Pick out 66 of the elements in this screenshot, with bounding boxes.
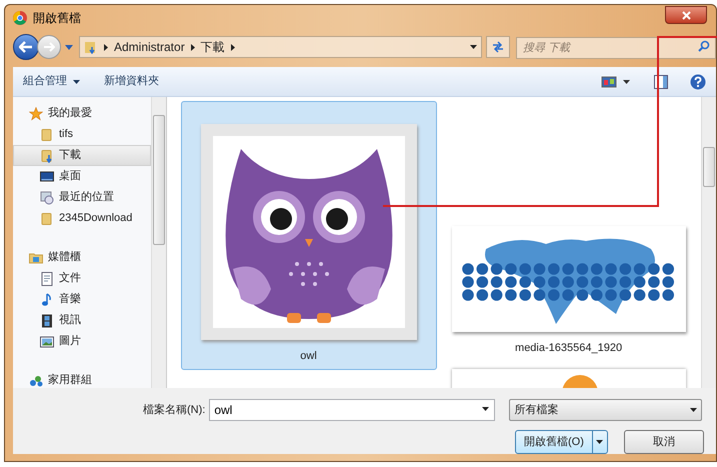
scrollbar-thumb[interactable] xyxy=(703,147,715,187)
dropdown-caret-icon[interactable] xyxy=(623,80,630,84)
chevron-right-icon[interactable] xyxy=(230,44,235,50)
desktop-icon xyxy=(40,170,54,184)
scrollbar[interactable] xyxy=(150,97,166,388)
sidebar-item[interactable]: tifs xyxy=(13,124,151,145)
dropdown-caret-icon xyxy=(690,408,698,412)
refresh-icon xyxy=(491,41,505,53)
dropdown-caret-icon xyxy=(73,80,80,84)
window-title: 開啟舊檔 xyxy=(33,10,81,27)
star-icon xyxy=(29,106,43,120)
sidebar-item[interactable]: 音樂 xyxy=(13,289,151,310)
back-button[interactable] xyxy=(13,34,39,60)
arrow-left-icon xyxy=(19,41,33,53)
sidebar-item[interactable]: 2345Download xyxy=(13,208,151,229)
chevron-right-icon[interactable] xyxy=(104,44,108,50)
scrollbar-thumb[interactable] xyxy=(152,114,165,244)
chevron-right-icon[interactable] xyxy=(190,44,195,50)
sidebar-group-header[interactable]: 家用群組 xyxy=(48,372,92,388)
sidebar-item[interactable]: 下載 xyxy=(13,145,151,166)
cancel-button[interactable]: 取消 xyxy=(624,430,704,454)
dropdown-caret-icon[interactable] xyxy=(470,45,477,49)
browser-logo-icon xyxy=(13,11,27,25)
sidebar-group-header[interactable]: 媒體櫃 xyxy=(48,249,81,266)
view-options-icon[interactable] xyxy=(601,74,617,88)
sidebar-group-header[interactable]: 我的最愛 xyxy=(48,105,92,122)
toolbar-button[interactable]: 新增資料夾 xyxy=(104,73,159,90)
document-icon xyxy=(40,272,54,286)
close-button[interactable] xyxy=(665,6,707,24)
refresh-button[interactable] xyxy=(486,36,510,58)
file-thumbnail[interactable] xyxy=(200,124,417,340)
address-bar[interactable]: Administrator 下載 xyxy=(79,36,482,58)
music-icon xyxy=(40,292,54,306)
file-name[interactable]: owl xyxy=(300,348,317,364)
download-icon xyxy=(40,148,54,162)
video-icon xyxy=(40,314,54,328)
file-name[interactable]: media-1635564_1920 xyxy=(515,340,622,356)
search-icon xyxy=(698,40,710,52)
help-icon[interactable] xyxy=(690,74,706,90)
library-icon xyxy=(29,250,43,264)
file-tile[interactable]: media-1635564_1920 xyxy=(450,225,687,370)
sidebar-item[interactable]: 桌面 xyxy=(13,166,151,187)
recent-icon xyxy=(40,190,54,204)
dropdown-caret-icon[interactable] xyxy=(482,407,490,411)
file-type-dropdown[interactable]: 所有檔案 xyxy=(509,399,702,421)
picture-icon xyxy=(40,334,54,348)
arrow-right-icon xyxy=(43,42,55,52)
folder-icon xyxy=(40,212,54,226)
sidebar-item[interactable]: 圖片 xyxy=(13,331,151,352)
sidebar-item[interactable]: 視訊 xyxy=(13,310,151,331)
filename-label: 檔案名稱(N): xyxy=(143,402,206,418)
search-field[interactable]: 搜尋 下載 xyxy=(516,37,716,59)
sidebar-item[interactable]: 文件 xyxy=(13,268,151,289)
toolbar-button[interactable]: 組合管理 xyxy=(23,73,80,90)
sidebar-item[interactable]: 最近的位置 xyxy=(13,187,151,208)
folder-icon xyxy=(40,128,54,142)
scrollbar[interactable] xyxy=(701,97,716,388)
breadcrumb-item[interactable]: Administrator xyxy=(114,38,185,56)
dropdown-caret-icon xyxy=(596,440,604,444)
file-tile[interactable]: owl xyxy=(180,101,437,370)
breadcrumb-item[interactable]: 下載 xyxy=(200,38,225,56)
filename-field[interactable]: owl xyxy=(209,399,496,421)
homegroup-icon xyxy=(29,374,43,388)
history-caret-icon[interactable] xyxy=(65,44,73,50)
folder-icon xyxy=(84,40,98,54)
close-icon xyxy=(682,10,690,20)
